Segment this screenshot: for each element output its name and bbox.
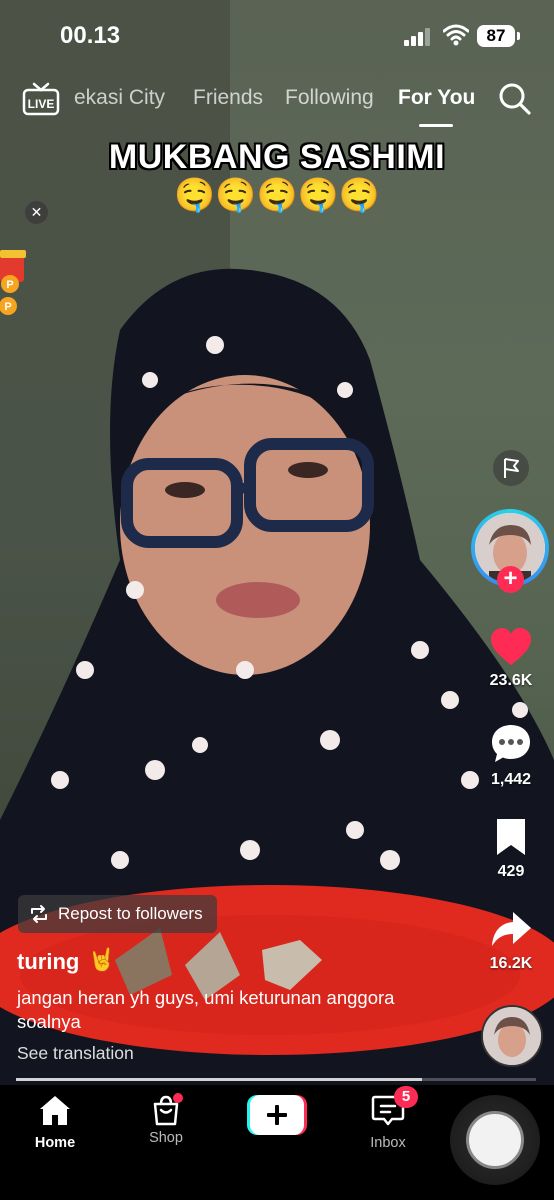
- repost-label: Repost to followers: [58, 904, 203, 923]
- video-caption-emoji: 🤤🤤🤤🤤🤤: [174, 176, 380, 213]
- tab-for-you[interactable]: For You: [398, 86, 475, 110]
- heart-icon: [491, 628, 531, 665]
- music-disc-button[interactable]: [481, 1005, 543, 1067]
- tab-location[interactable]: ekasi City: [74, 86, 165, 110]
- live-label: LIVE: [28, 97, 55, 111]
- video-progress-fill: [16, 1078, 422, 1081]
- gift-promo-icon[interactable]: P P: [0, 246, 30, 326]
- creator-username[interactable]: turing: [17, 949, 79, 975]
- tab-friends[interactable]: Friends: [193, 86, 263, 110]
- status-time: 00.13: [60, 22, 121, 49]
- music-disc-avatar: [483, 1007, 541, 1065]
- battery-cap: [517, 32, 520, 40]
- video-caption-title: MUKBANG SASHIMI: [108, 138, 446, 176]
- share-count: 16.2K: [489, 955, 533, 972]
- share-arrow-icon: [492, 912, 531, 946]
- shop-notification-dot: [173, 1093, 183, 1103]
- home-icon: [40, 1096, 70, 1125]
- save-count: 429: [497, 863, 525, 880]
- tab-shop[interactable]: Shop: [126, 1093, 206, 1146]
- create-post-button[interactable]: [247, 1095, 307, 1135]
- status-bar: 00.13 87: [0, 0, 554, 70]
- like-button[interactable]: 23.6K: [478, 627, 544, 690]
- bookmark-icon: [497, 819, 525, 855]
- svg-text:P: P: [4, 301, 11, 313]
- share-button[interactable]: 16.2K: [478, 910, 544, 973]
- comment-button[interactable]: 1,442: [478, 722, 544, 789]
- like-count: 23.6K: [489, 672, 533, 689]
- assistive-touch-inner: [466, 1111, 524, 1169]
- comment-count: 1,442: [490, 771, 532, 788]
- tab-home-label: Home: [34, 1135, 76, 1151]
- flag-icon: [504, 458, 519, 478]
- inbox-badge: 5: [394, 1086, 418, 1108]
- repost-button[interactable]: Repost to followers: [18, 895, 217, 933]
- close-icon[interactable]: ✕: [25, 201, 48, 224]
- battery-level: 87: [477, 25, 515, 47]
- save-button[interactable]: 429: [478, 816, 544, 881]
- video-progress-bar[interactable]: [16, 1078, 536, 1081]
- repost-icon: [31, 905, 47, 923]
- tab-inbox-label: Inbox: [370, 1135, 406, 1151]
- live-tv-icon[interactable]: LIVE: [22, 82, 60, 116]
- report-button[interactable]: [493, 450, 529, 486]
- username-emoji: 🤘: [88, 947, 116, 972]
- follow-button[interactable]: +: [497, 566, 524, 593]
- see-translation-link[interactable]: See translation: [17, 1043, 134, 1064]
- top-navigation: LIVE ekasi City Friends Following For Yo…: [0, 80, 554, 127]
- post-description[interactable]: jangan heran yh guys, umi keturunan angg…: [17, 986, 417, 1034]
- wifi-icon: [443, 24, 469, 46]
- assistive-touch-button[interactable]: [450, 1095, 540, 1185]
- active-tab-indicator: [419, 124, 453, 127]
- comment-icon: [492, 725, 530, 762]
- search-icon[interactable]: [498, 82, 532, 116]
- tab-following[interactable]: Following: [285, 86, 374, 110]
- svg-text:P: P: [6, 279, 13, 291]
- tab-shop-label: Shop: [149, 1130, 183, 1146]
- tab-home[interactable]: Home: [15, 1093, 95, 1151]
- cellular-signal-icon: [404, 28, 430, 46]
